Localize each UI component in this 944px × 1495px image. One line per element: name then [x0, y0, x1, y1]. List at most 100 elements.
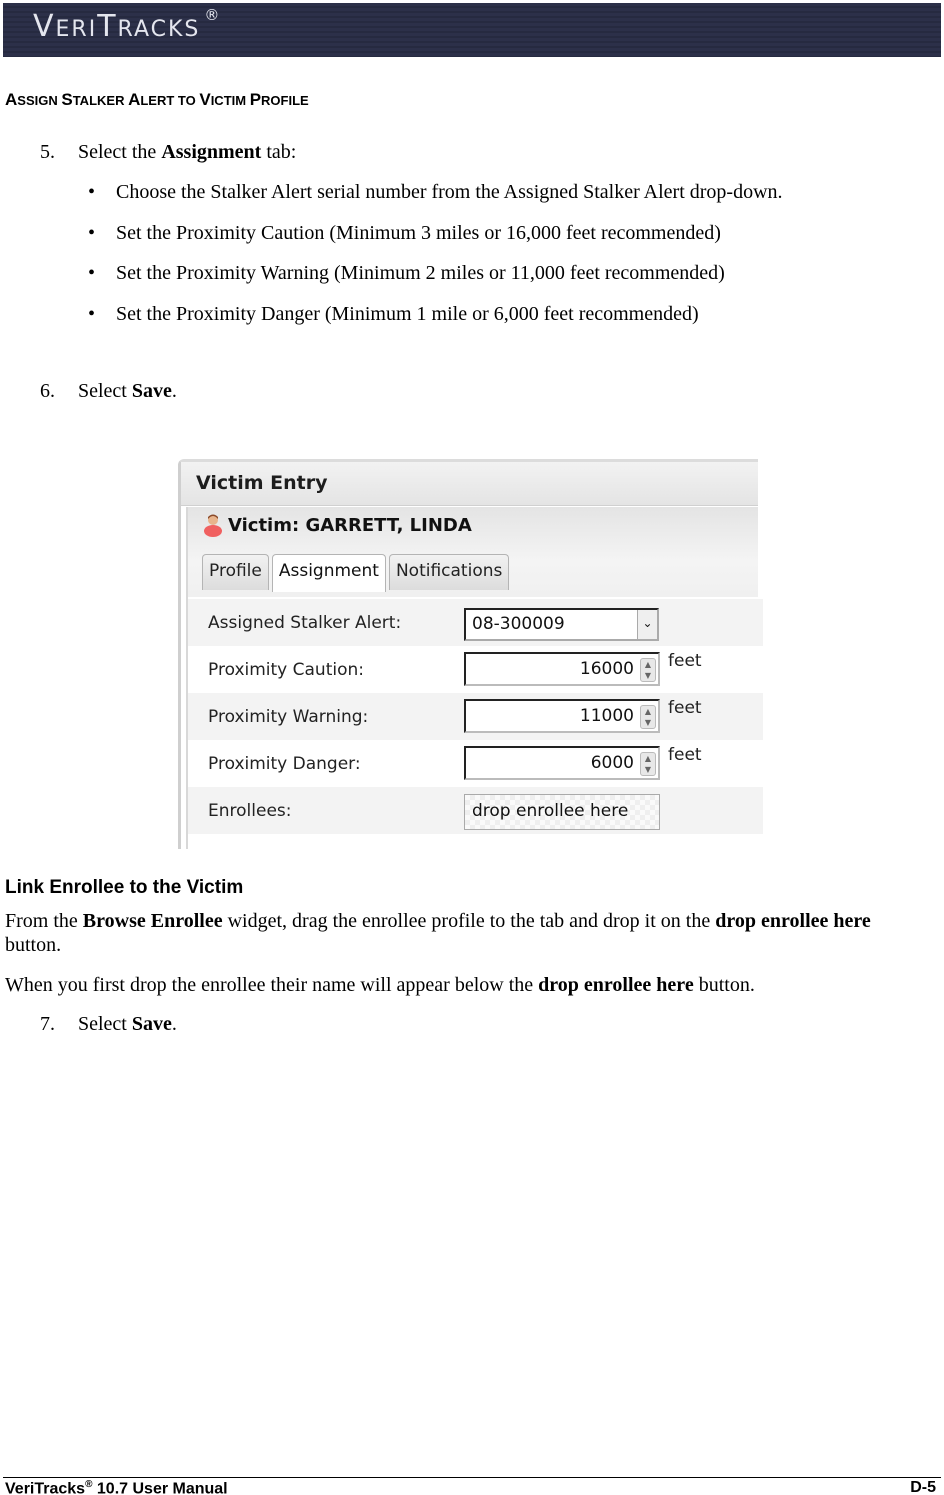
- paragraph-drag-instructions: From the Browse Enrollee widget, drag th…: [5, 909, 905, 957]
- footer-manual-title: VeriTracks® 10.7 User Manual: [5, 1479, 228, 1495]
- form-row-danger: Proximity Danger: 6000 ▲ ▼ feet: [188, 740, 763, 787]
- form-row-stalker-alert: Assigned Stalker Alert: 08-300009 ⌄: [188, 599, 763, 646]
- chevron-down-icon[interactable]: ⌄: [637, 610, 657, 639]
- registered-mark: ®: [204, 6, 222, 24]
- bullet-icon: •: [88, 181, 96, 203]
- step-text: .: [171, 1013, 177, 1035]
- step-text: Select the: [78, 141, 162, 163]
- title-rest: ROFILE: [261, 93, 309, 108]
- title-rest: ICTIM: [210, 93, 250, 108]
- title-cap: A: [128, 90, 141, 109]
- step-bold: Save: [131, 1013, 172, 1035]
- step-6: 6. Select Save.: [40, 380, 177, 403]
- unit-label: feet: [668, 745, 702, 765]
- step-text: Select: [78, 1013, 132, 1035]
- input-value: 6000: [590, 753, 634, 773]
- title-rest: SSIGN: [17, 93, 62, 108]
- form-row-warning: Proximity Warning: 11000 ▲ ▼ feet: [188, 693, 763, 740]
- spin-down-icon[interactable]: ▼: [641, 670, 655, 681]
- title-rest: TALKER: [72, 93, 129, 108]
- veritracks-logo: VERITRACKS®: [33, 6, 222, 44]
- step-number: 5.: [40, 141, 55, 163]
- assignment-form: Assigned Stalker Alert: 08-300009 ⌄ Prox…: [188, 599, 763, 834]
- form-row-caution: Proximity Caution: 16000 ▲ ▼ feet: [188, 646, 763, 693]
- spin-up-icon[interactable]: ▲: [641, 659, 655, 670]
- text: From the: [5, 910, 83, 932]
- proximity-danger-input[interactable]: 6000 ▲ ▼: [464, 746, 660, 780]
- link-enrollee-heading: Link Enrollee to the Victim: [5, 877, 244, 898]
- unit-label: feet: [668, 698, 702, 718]
- bullet-text: Set the Proximity Warning (Minimum 2 mil…: [116, 262, 725, 284]
- step-number: 7.: [40, 1013, 55, 1035]
- proximity-warning-label: Proximity Warning:: [208, 707, 369, 727]
- select-value: 08-300009: [472, 614, 565, 634]
- step-5: 5. Select the Assignment tab:: [40, 141, 296, 164]
- logo-letter: V: [33, 9, 56, 44]
- bold-text: Browse Enrollee: [82, 910, 223, 932]
- spin-up-icon[interactable]: ▲: [641, 753, 655, 764]
- spinner-icon[interactable]: ▲ ▼: [640, 705, 656, 729]
- spin-down-icon[interactable]: ▼: [641, 717, 655, 728]
- bullet-icon: •: [88, 262, 96, 284]
- window-title: Victim Entry: [181, 462, 758, 506]
- proximity-caution-label: Proximity Caution:: [208, 660, 364, 680]
- step-7: 7. Select Save.: [40, 1013, 177, 1036]
- bullet-item: • Set the Proximity Danger (Minimum 1 mil…: [88, 303, 699, 326]
- bullet-item: • Set the Proximity Warning (Minimum 2 mi…: [88, 262, 725, 285]
- bullet-item: • Set the Proximity Caution (Minimum 3 mi…: [88, 222, 721, 245]
- value-cell: 11000 ▲ ▼ feet: [456, 693, 763, 740]
- value-cell: 16000 ▲ ▼ feet: [456, 646, 763, 693]
- bullet-icon: •: [88, 303, 96, 325]
- victim-name: Victim: GARRETT, LINDA: [228, 515, 472, 536]
- step-text: Select: [78, 380, 132, 402]
- section-title: ASSIGN STALKER ALERT TO VICTIM PROFILE: [5, 90, 309, 110]
- bullet-text: Choose the Stalker Alert serial number f…: [116, 181, 783, 203]
- step-text: .: [171, 380, 177, 402]
- title-cap: A: [5, 90, 18, 109]
- footer-brand: VeriTracks: [5, 1480, 86, 1495]
- spin-up-icon[interactable]: ▲: [641, 706, 655, 717]
- step-text: tab:: [261, 141, 297, 163]
- victim-person-icon: [204, 514, 222, 537]
- footer-text: 10.7 User Manual: [92, 1480, 228, 1495]
- bullet-text: Set the Proximity Danger (Minimum 1 mile…: [116, 303, 699, 325]
- unit-label: feet: [668, 651, 702, 671]
- title-cap: S: [61, 90, 73, 109]
- input-value: 11000: [579, 706, 634, 726]
- text: widget, drag the enrollee profile to the…: [222, 910, 716, 932]
- victim-panel: Victim: GARRETT, LINDA Profile Assignmen…: [186, 507, 763, 849]
- bold-text: drop enrollee here: [538, 974, 694, 996]
- enrollees-label: Enrollees:: [208, 801, 292, 821]
- tab-bar: Profile Assignment Notifications: [202, 554, 510, 592]
- text: button.: [693, 974, 755, 996]
- tab-notifications[interactable]: Notifications: [388, 554, 510, 590]
- spin-down-icon[interactable]: ▼: [641, 764, 655, 775]
- value-cell: drop enrollee here: [456, 787, 763, 834]
- text: button.: [5, 934, 62, 956]
- title-cap: P: [249, 90, 262, 109]
- bullet-text: Set the Proximity Caution (Minimum 3 mil…: [116, 222, 721, 244]
- spinner-icon[interactable]: ▲ ▼: [640, 658, 656, 682]
- tab-assignment[interactable]: Assignment: [271, 554, 386, 592]
- proximity-danger-label: Proximity Danger:: [208, 754, 361, 774]
- stalker-alert-label: Assigned Stalker Alert:: [208, 613, 402, 633]
- spinner-icon[interactable]: ▲ ▼: [640, 752, 656, 776]
- step-bold: Assignment: [161, 141, 262, 163]
- footer-divider: [3, 1477, 941, 1478]
- step-number: 6.: [40, 380, 55, 402]
- value-cell: 6000 ▲ ▼ feet: [456, 740, 763, 787]
- tab-profile[interactable]: Profile: [202, 554, 269, 590]
- proximity-caution-input[interactable]: 16000 ▲ ▼: [464, 652, 660, 686]
- stalker-alert-select[interactable]: 08-300009 ⌄: [464, 608, 659, 641]
- bullet-icon: •: [88, 222, 96, 244]
- title-cap: V: [199, 90, 211, 109]
- proximity-warning-input[interactable]: 11000 ▲ ▼: [464, 699, 660, 733]
- drop-enrollee-button[interactable]: drop enrollee here: [464, 794, 660, 830]
- bullet-item: • Choose the Stalker Alert serial number …: [88, 181, 783, 204]
- title-rest: LERT TO: [140, 93, 200, 108]
- step-bold: Save: [131, 380, 172, 402]
- paragraph-drop-result: When you first drop the enrollee their n…: [5, 973, 905, 997]
- header-banner: VERITRACKS®: [3, 3, 941, 57]
- value-cell: 08-300009 ⌄: [456, 599, 763, 646]
- input-value: 16000: [579, 659, 634, 679]
